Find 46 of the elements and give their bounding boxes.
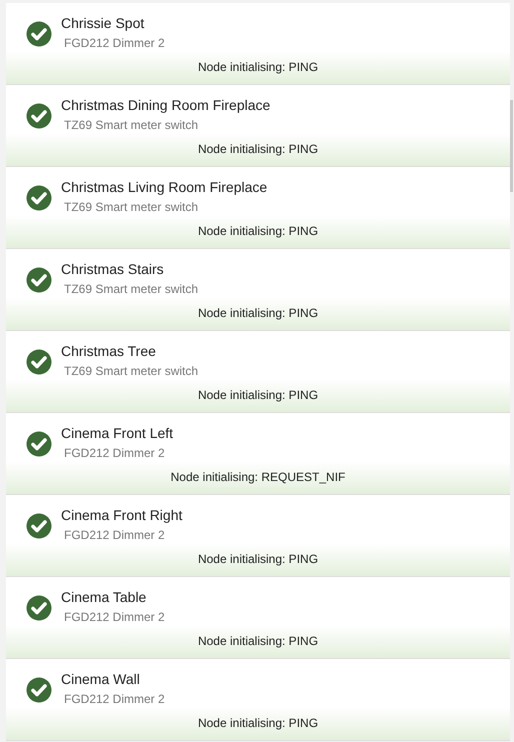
node-status: Node initialising: PING: [198, 634, 318, 648]
node-status: Node initialising: PING: [198, 552, 318, 566]
device-card[interactable]: Chrissie Spot FGD212 Dimmer 2 Node initialising: PING: [6, 3, 510, 85]
device-card[interactable]: Christmas Living Room Fireplace TZ69 Smart meter switch Node initialising: PING: [6, 167, 510, 249]
device-model: FGD212 Dimmer 2: [64, 36, 165, 50]
check-circle-icon: [26, 431, 52, 457]
node-status: Node initialising: PING: [198, 60, 318, 74]
device-model: TZ69 Smart meter switch: [64, 364, 198, 378]
device-model: TZ69 Smart meter switch: [64, 200, 200, 214]
device-model: FGD212 Dimmer 2: [64, 610, 165, 624]
device-card[interactable]: Cinema Front Right FGD212 Dimmer 2 Node initialising: PING: [6, 495, 510, 577]
scrollbar-thumb[interactable]: [510, 100, 513, 192]
check-circle-icon: [26, 267, 52, 293]
check-circle-icon: [26, 595, 52, 621]
device-card[interactable]: Christmas Stairs TZ69 Smart meter switch Node initialising: PING: [6, 249, 510, 331]
device-name: Cinema Table: [61, 589, 148, 606]
node-status: Node initialising: REQUEST_NIF: [170, 470, 346, 484]
device-card[interactable]: Cinema Front Left FGD212 Dimmer 2 Node initialising: REQUEST_NIF: [6, 413, 510, 495]
device-name: Christmas Stairs: [61, 261, 165, 278]
device-model: FGD212 Dimmer 2: [64, 446, 166, 460]
node-status: Node initialising: PING: [198, 388, 318, 402]
device-model: TZ69 Smart meter switch: [64, 118, 200, 132]
check-circle-icon: [26, 513, 52, 539]
device-name: Cinema Front Right: [61, 507, 182, 524]
device-model: TZ69 Smart meter switch: [64, 282, 198, 296]
node-status: Node initialising: PING: [198, 224, 318, 238]
node-status: Node initialising: PING: [198, 716, 318, 730]
device-card[interactable]: Christmas Dining Room Fireplace TZ69 Smart meter switch Node initialising: PING: [6, 85, 510, 167]
device-name: Cinema Wall: [61, 671, 141, 688]
device-card[interactable]: Christmas Tree TZ69 Smart meter switch Node initialising: PING: [6, 331, 510, 413]
node-status: Node initialising: PING: [198, 142, 318, 156]
device-model: FGD212 Dimmer 2: [64, 528, 166, 542]
check-circle-icon: [26, 349, 52, 375]
check-circle-icon: [26, 185, 52, 211]
device-name: Cinema Front Left: [61, 425, 174, 442]
check-circle-icon: [26, 677, 52, 703]
check-circle-icon: [26, 21, 52, 47]
device-name: Chrissie Spot: [61, 15, 146, 32]
node-status: Node initialising: PING: [198, 306, 318, 320]
device-name: Christmas Tree: [61, 343, 157, 360]
device-card[interactable]: Cinema Table FGD212 Dimmer 2 Node initialising: PING: [6, 577, 510, 659]
check-circle-icon: [26, 103, 52, 129]
device-model: FGD212 Dimmer 2: [64, 692, 165, 706]
device-name: Christmas Living Room Fireplace: [61, 179, 268, 196]
device-card[interactable]: Cinema Wall FGD212 Dimmer 2 Node initialising: PING: [6, 659, 510, 741]
device-name: Christmas Dining Room Fireplace: [61, 97, 270, 114]
